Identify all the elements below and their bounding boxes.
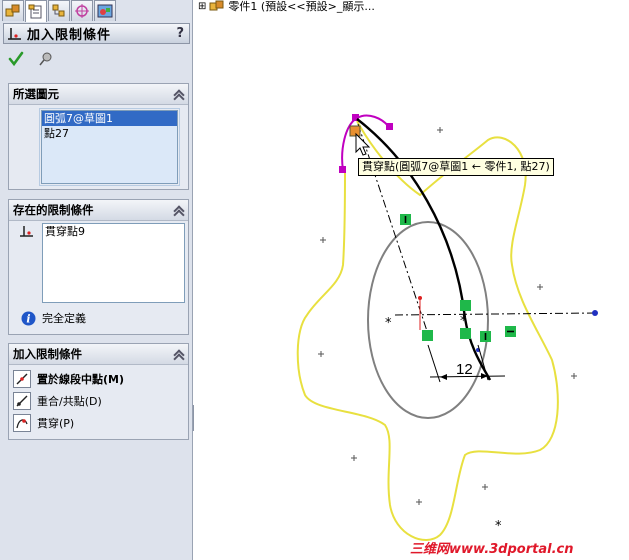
group-title: 存在的限制條件	[13, 203, 94, 217]
property-manager: 加入限制條件 ? 所選圖元 圓弧7@草圖1 點27 存在的限制條件 貫穿點9 i…	[0, 0, 193, 560]
collapse-icon[interactable]	[174, 349, 184, 359]
selected-entities-list[interactable]: 圓弧7@草圖1 點27	[39, 108, 180, 186]
existing-relations-header[interactable]: 存在的限制條件	[9, 200, 188, 221]
list-item[interactable]: 點27	[42, 126, 177, 141]
property-manager-icon	[28, 4, 42, 18]
relation-icon	[20, 226, 33, 237]
group-title: 加入限制條件	[13, 347, 82, 361]
group-title: 所選圖元	[13, 87, 59, 101]
manager-tabs	[2, 0, 116, 22]
list-item[interactable]: 貫穿點9	[43, 224, 184, 239]
collapse-icon[interactable]	[174, 89, 184, 99]
tab-display-manager[interactable]	[94, 0, 116, 21]
midpoint-icon	[13, 370, 31, 388]
add-relation-label: 貫穿(P)	[37, 417, 75, 430]
add-relations-group: 加入限制條件 置於線段中點(M) 重合/共點(D) 貫穿(P)	[8, 343, 189, 440]
list-item[interactable]: 圓弧7@草圖1	[42, 111, 177, 126]
add-relations-header[interactable]: 加入限制條件	[9, 344, 188, 365]
page-title: 加入限制條件	[27, 28, 112, 43]
graphics-area[interactable]	[194, 0, 629, 560]
help-icon[interactable]: ?	[176, 26, 184, 41]
ok-button[interactable]	[8, 51, 24, 67]
existing-relations-list[interactable]: 貫穿點9	[42, 223, 185, 303]
add-relation-label: 重合/共點(D)	[37, 395, 102, 408]
pierce-icon	[13, 414, 31, 432]
coincident-icon	[13, 392, 31, 410]
add-relation-label: 置於線段中點(M)	[37, 373, 125, 386]
existing-relations-group: 存在的限制條件 貫穿點9 i 完全定義	[8, 199, 189, 335]
relation-tooltip: 貫穿點(圓弧7@草圖1 ← 零件1, 點27)	[358, 158, 554, 176]
info-icon: i	[21, 311, 36, 325]
svg-text:i: i	[26, 312, 30, 325]
selected-entities-header[interactable]: 所選圖元	[9, 84, 188, 105]
midpoint-relation-button[interactable]: 置於線段中點(M)	[13, 368, 188, 390]
expand-icon[interactable]: ⊞	[198, 1, 206, 12]
pushpin-icon[interactable]	[38, 51, 54, 67]
watermark: 三维网www.3dportal.cn	[410, 542, 574, 557]
tab-configuration-manager[interactable]	[48, 0, 70, 21]
feature-manager-icon	[5, 4, 20, 17]
configuration-manager-icon	[52, 4, 65, 17]
status-text: 完全定義	[42, 312, 86, 325]
tab-feature-manager[interactable]	[2, 0, 24, 21]
part-name: 零件1 (預設<<預設>_顯示...	[228, 0, 375, 13]
collapse-icon[interactable]	[174, 205, 184, 215]
pierce-relation-button[interactable]: 貫穿(P)	[13, 412, 188, 434]
ok-cancel-row	[8, 51, 54, 67]
selected-entities-group: 所選圖元 圓弧7@草圖1 點27	[8, 83, 189, 190]
coincident-relation-button[interactable]: 重合/共點(D)	[13, 390, 188, 412]
property-manager-title-bar: 加入限制條件 ?	[3, 23, 190, 44]
flyout-tree-root[interactable]: ⊞ 零件1 (預設<<預設>_顯示...	[198, 0, 375, 14]
part-icon	[209, 0, 224, 11]
display-manager-icon	[97, 4, 113, 18]
tab-property-manager[interactable]	[25, 0, 47, 22]
status-row: i 完全定義	[21, 310, 86, 326]
tab-dimxpert-manager[interactable]	[71, 0, 93, 21]
dimxpert-icon	[75, 4, 89, 18]
add-relation-icon	[8, 27, 21, 40]
